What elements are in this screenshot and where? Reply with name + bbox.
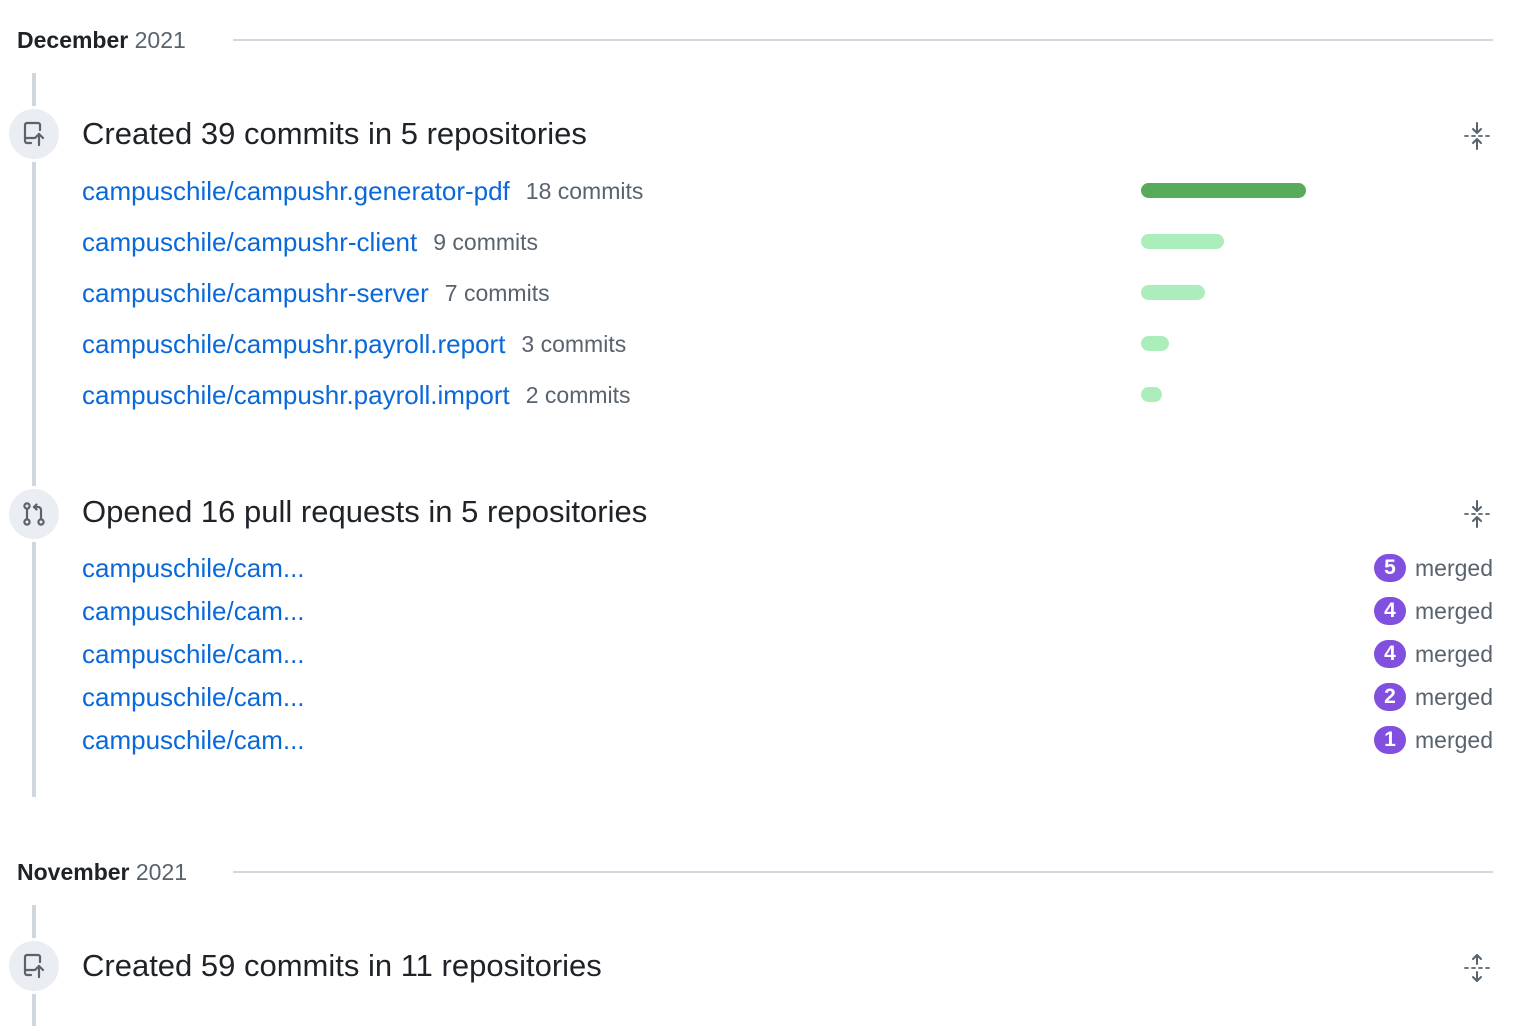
month-divider (233, 39, 1493, 41)
pr-repo-row: campuschile/cam... 2 merged (82, 679, 1493, 715)
repo-link[interactable]: campuschile/campushr.payroll.report (82, 329, 505, 360)
unfold-icon (1464, 954, 1490, 982)
month-name: November (17, 859, 130, 885)
pr-merged-stat[interactable]: 4 merged (1374, 593, 1493, 629)
repo-link[interactable]: campuschile/campushr.payroll.import (82, 380, 510, 411)
merged-label: merged (1415, 597, 1493, 624)
november-event-title: Created 59 commits in 11 repositories (82, 948, 602, 983)
commit-count[interactable]: 3 commits (521, 331, 626, 358)
month-year: 2021 (134, 27, 186, 53)
repo-push-icon (6, 106, 62, 162)
merged-label: merged (1415, 640, 1493, 667)
pr-repo-row: campuschile/cam... 5 merged (82, 550, 1493, 586)
pr-merged-stat[interactable]: 4 merged (1374, 636, 1493, 672)
commit-repo-row: campuschile/campushr.generator-pdf 18 com… (82, 173, 643, 209)
repo-link[interactable]: campuschile/cam... (82, 679, 305, 715)
commit-repo-row: campuschile/campushr-server 7 commits (82, 275, 550, 311)
commit-count[interactable]: 18 commits (526, 178, 644, 205)
commit-bar (1141, 183, 1306, 198)
month-header-november: November 2021 (17, 857, 1493, 887)
commit-repo-row: campuschile/campushr.payroll.import 2 com… (82, 377, 631, 413)
repo-link[interactable]: campuschile/cam... (82, 550, 305, 586)
pr-repo-row: campuschile/cam... 4 merged (82, 593, 1493, 629)
merged-count-badge: 2 (1374, 683, 1407, 711)
repo-link[interactable]: campuschile/campushr-client (82, 227, 417, 258)
merged-label: merged (1415, 726, 1493, 753)
merged-count-badge: 4 (1374, 597, 1407, 625)
merged-label: merged (1415, 683, 1493, 710)
repo-push-icon (6, 938, 62, 994)
pr-merged-stat[interactable]: 5 merged (1374, 550, 1493, 586)
commit-count[interactable]: 7 commits (445, 280, 550, 307)
commit-count[interactable]: 9 commits (433, 229, 538, 256)
collapse-button[interactable] (1459, 496, 1495, 532)
commit-bar (1141, 285, 1205, 300)
repo-link[interactable]: campuschile/cam... (82, 722, 305, 758)
merged-count-badge: 4 (1374, 640, 1407, 668)
repo-link[interactable]: campuschile/campushr.generator-pdf (82, 176, 510, 207)
collapse-button[interactable] (1459, 118, 1495, 154)
repo-link[interactable]: campuschile/campushr-server (82, 278, 429, 309)
merged-count-badge: 5 (1374, 554, 1407, 582)
timeline-line (32, 73, 36, 797)
month-divider (233, 871, 1493, 873)
commits-event-title: Created 39 commits in 5 repositories (82, 116, 587, 151)
commit-bar (1141, 234, 1224, 249)
commit-count[interactable]: 2 commits (526, 382, 631, 409)
repo-link[interactable]: campuschile/cam... (82, 593, 305, 629)
pr-merged-stat[interactable]: 2 merged (1374, 679, 1493, 715)
pr-merged-stat[interactable]: 1 merged (1374, 722, 1493, 758)
pr-repo-row: campuschile/cam... 1 merged (82, 722, 1493, 758)
expand-button[interactable] (1459, 950, 1495, 986)
pr-event-title: Opened 16 pull requests in 5 repositorie… (82, 494, 648, 529)
commit-repo-row: campuschile/campushr-client 9 commits (82, 224, 538, 260)
repo-link[interactable]: campuschile/cam... (82, 636, 305, 672)
commit-bar (1141, 336, 1169, 351)
month-name: December (17, 27, 129, 53)
commit-bar (1141, 387, 1162, 402)
fold-icon (1464, 500, 1490, 528)
pr-repo-row: campuschile/cam... 4 merged (82, 636, 1493, 672)
month-year: 2021 (135, 859, 188, 885)
fold-icon (1464, 122, 1490, 150)
merged-label: merged (1415, 554, 1493, 581)
month-header-december: December 2021 (17, 25, 1493, 55)
merged-count-badge: 1 (1374, 726, 1407, 754)
commit-repo-row: campuschile/campushr.payroll.report 3 com… (82, 326, 626, 362)
git-pull-request-icon (6, 486, 62, 542)
